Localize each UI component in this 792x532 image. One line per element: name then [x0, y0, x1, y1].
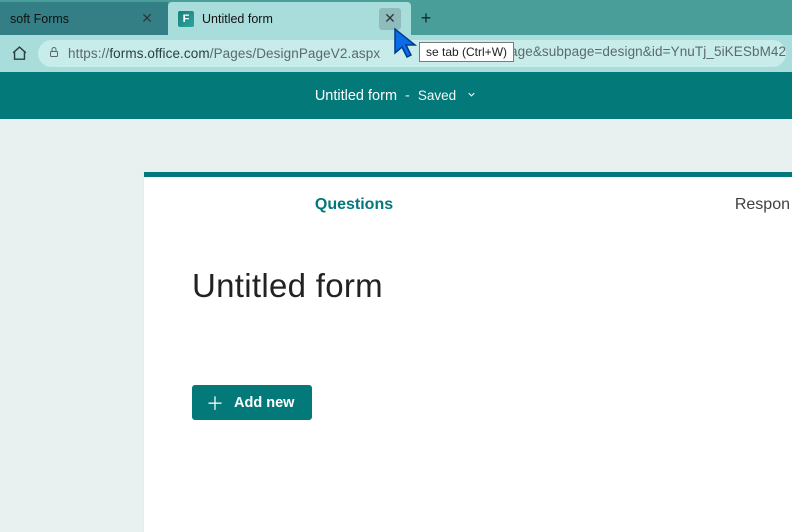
workspace: Questions Respon Untitled form ＋ Add new: [0, 119, 792, 515]
close-icon[interactable]: ✕: [379, 8, 401, 30]
tab-label: soft Forms: [10, 12, 128, 26]
tab-bar-fill: [441, 2, 792, 35]
browser-tab[interactable]: soft Forms ✕: [0, 2, 168, 35]
form-name[interactable]: Untitled form: [315, 88, 397, 104]
dash: -: [405, 88, 410, 104]
home-icon[interactable]: [6, 41, 32, 67]
plus-icon: ＋: [206, 390, 224, 416]
tab-label: Untitled form: [202, 12, 371, 26]
browser-tab-active[interactable]: F Untitled form ✕: [168, 2, 411, 35]
tab-responses[interactable]: Respon: [564, 177, 792, 232]
app-header: Untitled form - Saved: [0, 72, 792, 119]
tooltip: se tab (Ctrl+W): [419, 42, 514, 62]
chevron-down-icon[interactable]: [466, 89, 477, 103]
form-tabs: Questions Respon: [144, 177, 792, 233]
url-text: https://forms.office.com/Pages/DesignPag…: [68, 46, 380, 61]
lock-icon: [48, 46, 60, 61]
form-card: Questions Respon Untitled form ＋ Add new: [144, 172, 792, 532]
close-icon[interactable]: ✕: [136, 8, 158, 30]
url-tail: age&subpage=design&id=YnuTj_5iKESbM42: [510, 44, 786, 59]
save-status: Saved: [418, 88, 456, 103]
add-new-button[interactable]: ＋ Add new: [192, 385, 312, 420]
form-body: Untitled form ＋ Add new: [144, 233, 792, 448]
form-title[interactable]: Untitled form: [192, 267, 744, 305]
tab-questions[interactable]: Questions: [144, 177, 564, 232]
add-new-label: Add new: [234, 395, 294, 411]
new-tab-button[interactable]: +: [411, 2, 441, 35]
forms-favicon-icon: F: [178, 11, 194, 27]
browser-tab-bar: soft Forms ✕ F Untitled form ✕ +: [0, 0, 792, 35]
